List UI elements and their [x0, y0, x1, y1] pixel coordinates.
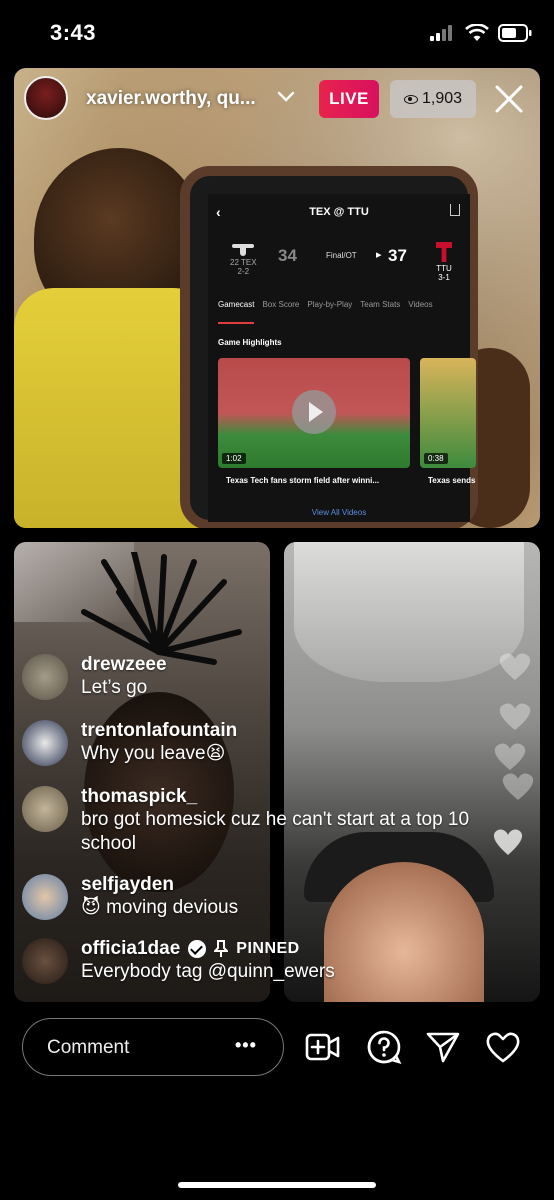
tab-team-stats: Team Stats — [360, 300, 401, 309]
host-name[interactable]: xavier.worthy, qu... — [86, 88, 256, 110]
video-caption: Texas sends — [428, 476, 476, 485]
tab-gamecast: Gamecast — [218, 300, 255, 324]
play-icon — [292, 390, 336, 434]
battery-icon — [498, 24, 532, 42]
comment-item: thomaspick_ bro got homesick cuz he can'… — [22, 786, 501, 856]
held-phone: ‹ TEX @ TTU 22 TEX 2-2 34 Final/OT ▸ 37 … — [180, 166, 478, 528]
game-status: Final/OT — [326, 251, 357, 260]
comment-username[interactable]: thomaspick_ — [81, 786, 501, 808]
share-icon — [450, 204, 460, 216]
pin-icon — [214, 940, 229, 957]
game-tabs: Gamecast Box Score Play-by-Play Team Sta… — [208, 300, 470, 324]
question-button[interactable] — [365, 1028, 403, 1066]
wifi-icon — [465, 24, 489, 41]
heart-icon — [486, 1032, 520, 1063]
question-icon — [367, 1030, 402, 1065]
avatar[interactable] — [22, 938, 68, 984]
comment-item: trentonlafountain Why you leave😫 — [22, 720, 501, 766]
eye-icon — [403, 94, 418, 104]
comment-item: selfjayden 😈 moving devious — [22, 874, 501, 920]
live-badge: LIVE — [319, 80, 379, 118]
highlight-video: 0:38 — [420, 358, 476, 468]
chevron-down-icon[interactable] — [276, 88, 296, 109]
comment-text: Everybody tag @quinn_ewers — [81, 961, 335, 982]
winner-arrow-icon: ▸ — [376, 249, 382, 261]
comment-text: Let’s go — [81, 677, 148, 698]
send-icon — [426, 1032, 460, 1063]
avatar[interactable] — [22, 720, 68, 766]
away-record: 3-1 — [438, 273, 450, 282]
away-team-name: TTU — [436, 264, 452, 273]
comment-username[interactable]: officia1dae — [81, 938, 180, 960]
avatar[interactable] — [22, 654, 68, 700]
tab-videos: Videos — [408, 300, 433, 309]
highlights-title: Game Highlights — [218, 338, 282, 347]
double-t-logo-icon — [436, 242, 452, 262]
add-video-icon — [305, 1033, 340, 1061]
longhorn-logo-icon — [232, 242, 255, 256]
status-bar: 3:43 — [0, 0, 554, 66]
avatar[interactable] — [22, 786, 68, 832]
comment-text: bro got homesick cuz he can't start at a… — [81, 809, 470, 854]
more-options-icon[interactable]: ••• — [235, 1035, 257, 1056]
viewer-count-badge[interactable]: 1,903 — [390, 80, 476, 118]
comment-username[interactable]: trentonlafountain — [81, 720, 501, 742]
viewer-count: 1,903 — [421, 90, 463, 107]
send-button[interactable] — [424, 1028, 462, 1066]
video-duration: 1:02 — [222, 453, 246, 464]
status-icons — [430, 24, 532, 42]
pinned-label: PINNED — [236, 940, 300, 957]
away-score: 37 — [388, 246, 407, 265]
away-team: TTU 3-1 — [436, 242, 452, 282]
game-title: TEX @ TTU — [309, 206, 369, 218]
tab-play-by-play: Play-by-Play — [307, 300, 353, 309]
avatar[interactable] — [22, 874, 68, 920]
verified-badge-icon — [188, 940, 207, 958]
signal-icon — [430, 25, 452, 41]
comment-placeholder: Comment — [47, 1037, 130, 1058]
home-record: 2-2 — [237, 267, 250, 276]
comment-input[interactable]: Comment ••• — [22, 1018, 284, 1076]
home-indicator[interactable] — [178, 1182, 376, 1188]
status-time: 3:43 — [50, 20, 97, 45]
video-duration: 0:38 — [424, 453, 448, 464]
tab-box-score: Box Score — [262, 300, 300, 309]
main-video-tile[interactable]: ‹ TEX @ TTU 22 TEX 2-2 34 Final/OT ▸ 37 … — [14, 68, 540, 528]
view-all-videos-link: View All Videos — [311, 508, 367, 517]
comment-text: 😈 moving devious — [81, 897, 239, 918]
host-avatar[interactable] — [24, 76, 68, 120]
add-video-button[interactable] — [304, 1028, 342, 1066]
phone-header: ‹ TEX @ TTU — [208, 194, 470, 230]
phone-screen: ‹ TEX @ TTU 22 TEX 2-2 34 Final/OT ▸ 37 … — [208, 194, 476, 522]
comment-username[interactable]: selfjayden — [81, 874, 501, 896]
close-button[interactable] — [490, 80, 528, 118]
home-team: 22 TEX 2-2 — [230, 242, 257, 276]
home-score: 34 — [278, 246, 297, 265]
back-chevron-icon: ‹ — [216, 204, 221, 220]
comment-text: Why you leave😫 — [81, 743, 226, 764]
highlight-video: 1:02 — [218, 358, 410, 468]
guest-video-tile-left[interactable] — [14, 542, 270, 1002]
close-icon — [495, 85, 523, 113]
comment-item: drewzeee Let’s go — [22, 654, 501, 700]
scoreboard: 22 TEX 2-2 34 Final/OT ▸ 37 TTU 3-1 — [208, 236, 470, 288]
home-team-rank: 22 TEX — [230, 258, 257, 267]
like-button[interactable] — [484, 1028, 522, 1066]
comment-username[interactable]: drewzeee — [81, 654, 501, 676]
video-caption: Texas Tech fans storm field after winni.… — [226, 476, 380, 485]
pinned-comment: officia1dae PINNED Everybody tag @quinn_… — [22, 938, 501, 984]
